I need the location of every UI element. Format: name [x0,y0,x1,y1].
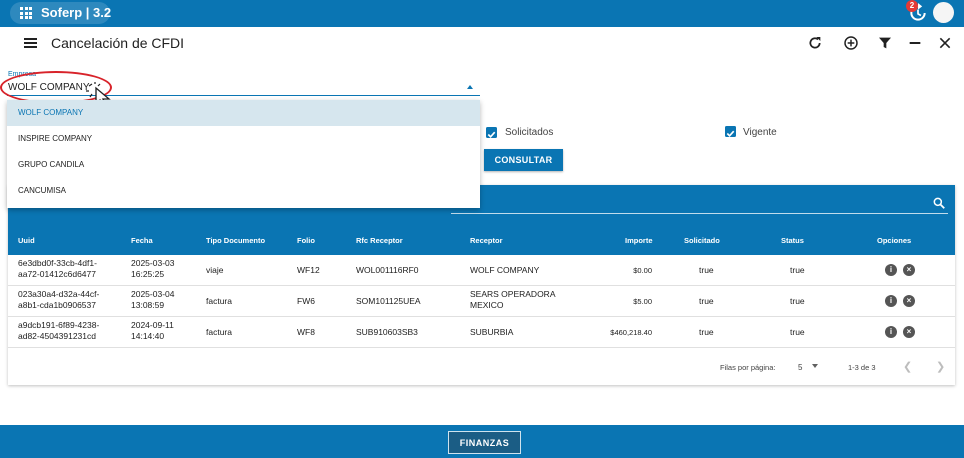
page-toolbar: Cancelación de CFDI [0,27,964,59]
dropdown-option-inspire-company[interactable]: INSPIRE COMPANY [7,126,480,152]
rows-per-page-label: Filas por página: [720,363,776,372]
cell-rfc-receptor: SOM101125UEA [356,296,421,306]
column-header-receptor[interactable]: Receptor [470,236,503,245]
column-header-rfc-receptor[interactable]: Rfc Receptor [356,236,403,245]
column-header-fecha[interactable]: Fecha [131,236,153,245]
column-header-importe[interactable]: Importe [625,236,653,245]
cell-importe: $460,218.40 [610,328,652,337]
cell-uuid: 6e3dbd0f-33cb-4df1- aa72-01412c6d6477 [18,258,97,279]
info-icon[interactable]: i [885,295,897,307]
cell-fecha: 2024-09-11 14:14:40 [131,320,174,341]
cell-solicitado: true [699,265,714,275]
column-header-uuid[interactable]: Uuid [18,236,35,245]
column-header-solicitado[interactable]: Solicitado [684,236,720,245]
pagination-range: 1-3 de 3 [848,363,876,372]
dropdown-option-cancumisa[interactable]: CANCUMISA [7,178,480,204]
cancel-circle-icon[interactable]: × [903,326,915,338]
page-title: Cancelación de CFDI [51,35,185,51]
info-icon[interactable]: i [885,264,897,276]
cell-folio: WF12 [297,265,320,275]
table-row[interactable]: 023a30a4-d32a-44cf-a8b1-cda1b0906537 202… [8,286,955,317]
cell-importe: $0.00 [633,266,652,275]
cell-uuid: 023a30a4-d32a-44cf-a8b1-cda1b0906537 [18,289,100,310]
cell-rfc-receptor: SUB910603SB3 [356,327,418,337]
cell-solicitado: true [699,296,714,306]
cell-status: true [790,265,805,275]
solicitados-label: Solicitados [505,127,554,138]
column-header-tipo-documento[interactable]: Tipo Documento [206,236,265,245]
apps-grid-icon [20,7,32,19]
app-bar: Soferp | 3.2 2 [0,0,964,27]
vigente-label: Vigente [743,127,777,138]
cell-folio: WF8 [297,327,315,337]
caret-down-icon[interactable] [812,364,818,368]
finanzas-button[interactable]: FINANZAS [448,431,521,454]
filter-icon[interactable] [877,35,893,51]
cell-tipo-documento: viaje [206,265,224,275]
chevron-right-icon[interactable]: ❯ [936,360,945,373]
minimize-icon[interactable] [907,35,923,51]
cell-solicitado: true [699,327,714,337]
cell-folio: FW6 [297,296,315,306]
results-card: r Uuid Fecha Tipo Documento Folio Rfc Re… [8,185,955,385]
close-icon[interactable] [937,35,953,51]
app-title: Soferp | 3.2 [41,5,112,20]
check-icon [726,130,735,137]
search-icon[interactable] [932,196,946,210]
cancel-circle-icon[interactable]: × [903,264,915,276]
column-header-opciones: Opciones [877,236,912,245]
cell-status: true [790,327,805,337]
cell-status: true [790,296,805,306]
avatar[interactable] [933,2,954,23]
cell-tipo-documento: factura [206,296,232,306]
dropdown-option-grupo-candila[interactable]: GRUPO CANDILA [7,152,480,178]
cell-rfc-receptor: WOL001116RF0 [356,265,419,275]
cancel-circle-icon[interactable]: × [903,295,915,307]
empresa-dropdown: WOLF COMPANY INSPIRE COMPANY GRUPO CANDI… [7,100,480,208]
check-icon [487,131,496,138]
chevron-left-icon[interactable]: ❮ [903,360,912,373]
cell-fecha: 2025-03-03 16:25:25 [131,258,175,279]
notification-badge: 2 [906,0,918,12]
caret-up-icon[interactable] [467,85,473,89]
solicitados-checkbox[interactable] [486,127,497,138]
menu-icon[interactable] [24,38,37,48]
add-circle-icon[interactable] [843,35,859,51]
cell-tipo-documento: factura [206,327,232,337]
table-row[interactable]: a9dcb191-6f89-4238- ad82-4504391231cd 202… [8,317,955,348]
vigente-checkbox[interactable] [725,126,736,137]
column-header-status[interactable]: Status [781,236,804,245]
cell-uuid: a9dcb191-6f89-4238- ad82-4504391231cd [18,320,100,341]
column-header-folio[interactable]: Folio [297,236,315,245]
cell-receptor: SEARS OPERADORA MEXICO [470,289,556,310]
cell-importe: $5.00 [633,297,652,306]
dropdown-option-wolf-company[interactable]: WOLF COMPANY [7,100,480,126]
cell-fecha: 2025-03-04 13:08:59 [131,289,175,310]
rows-per-page-select[interactable]: 5 [798,363,802,372]
refresh-icon[interactable] [807,35,823,51]
cell-receptor: WOLF COMPANY [470,265,540,275]
search-underline [451,213,948,214]
cell-receptor: SUBURBIA [470,327,514,337]
info-icon[interactable]: i [885,326,897,338]
consultar-button[interactable]: CONSULTAR [484,149,563,171]
table-row[interactable]: 6e3dbd0f-33cb-4df1- aa72-01412c6d6477 202… [8,255,955,286]
